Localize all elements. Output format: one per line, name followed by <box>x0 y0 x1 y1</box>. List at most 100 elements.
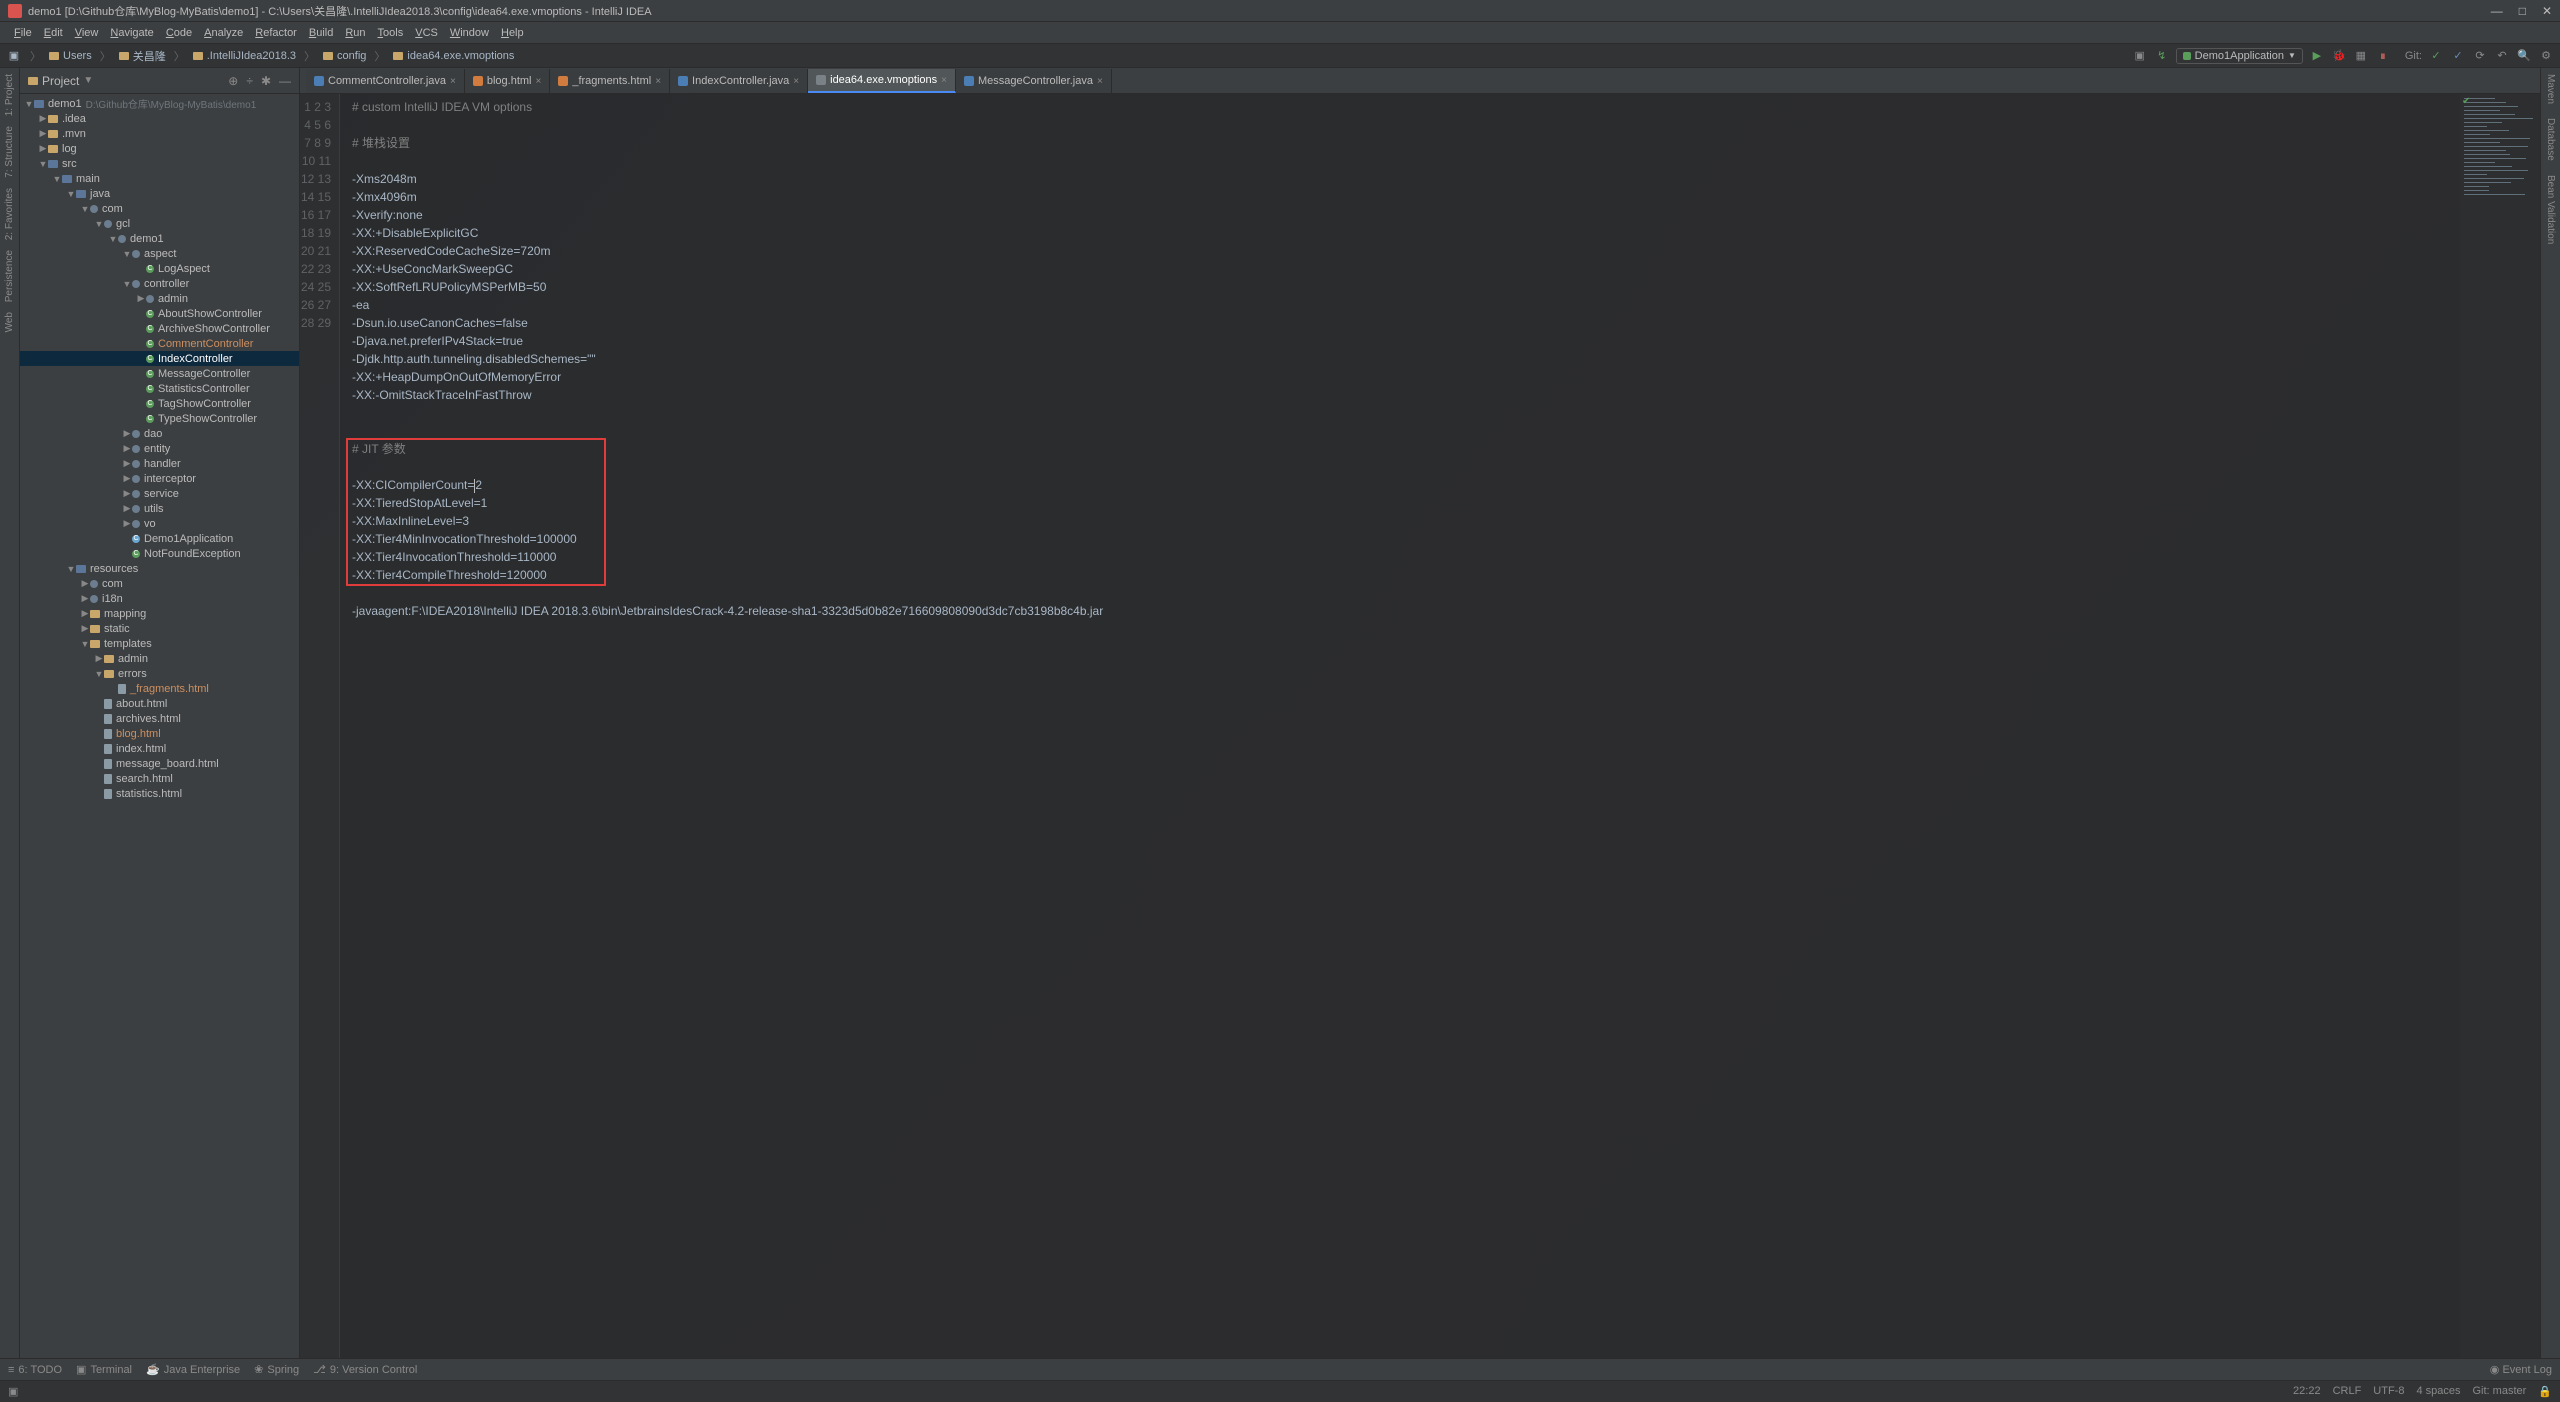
close-icon[interactable]: × <box>1097 76 1103 87</box>
tree-node-entity[interactable]: ▶entity <box>20 441 299 456</box>
vcs-update-icon[interactable]: ✓ <box>2428 48 2444 64</box>
maximize-button[interactable]: □ <box>2519 4 2526 18</box>
tree-node-main[interactable]: ▼main <box>20 171 299 186</box>
minus-icon[interactable]: ÷ <box>246 74 253 88</box>
minimize-button[interactable]: — <box>2491 4 2503 18</box>
tree-node-utils[interactable]: ▶utils <box>20 501 299 516</box>
tree-node-java[interactable]: ▼java <box>20 186 299 201</box>
minimap[interactable]: ✔ <box>2460 94 2540 1358</box>
breadcrumb-item[interactable]: 关昌隆 <box>133 48 166 64</box>
tool-web[interactable]: Web <box>4 312 15 332</box>
coverage-button[interactable]: ▦ <box>2353 48 2369 64</box>
build-icon[interactable]: ▣ <box>2132 48 2148 64</box>
menu-analyze[interactable]: Analyze <box>198 27 249 39</box>
menu-refactor[interactable]: Refactor <box>249 27 303 39</box>
close-icon[interactable]: × <box>793 76 799 87</box>
target-icon[interactable]: ⊕ <box>228 74 238 88</box>
tree-node-tagshowcontroller[interactable]: CTagShowController <box>20 396 299 411</box>
code-lines[interactable]: # custom IntelliJ IDEA VM options # 堆栈设置… <box>340 94 2460 1358</box>
tree-node-indexcontroller[interactable]: CIndexController <box>20 351 299 366</box>
status-indent[interactable]: 4 spaces <box>2416 1385 2460 1398</box>
project-tree[interactable]: ▼demo1D:\Github仓库\MyBlog-MyBatis\demo1 ▶.… <box>20 94 299 1358</box>
tree-node-com[interactable]: ▼com <box>20 201 299 216</box>
menu-edit[interactable]: Edit <box>38 27 69 39</box>
tool-database[interactable]: Database <box>2545 118 2556 161</box>
hide-icon[interactable]: — <box>279 74 291 88</box>
tree-node-archiveshowcontroller[interactable]: CArchiveShowController <box>20 321 299 336</box>
lock-icon[interactable]: 🔒 <box>2538 1385 2552 1398</box>
menu-help[interactable]: Help <box>495 27 530 39</box>
menu-code[interactable]: Code <box>160 27 198 39</box>
tree-node-admin[interactable]: ▶admin <box>20 291 299 306</box>
hammer-icon[interactable]: ↯ <box>2154 48 2170 64</box>
breadcrumb-item[interactable]: idea64.exe.vmoptions <box>407 50 514 62</box>
close-button[interactable]: ✕ <box>2542 4 2552 18</box>
menu-tools[interactable]: Tools <box>372 27 410 39</box>
tab-commentcontrollerjava[interactable]: CommentController.java× <box>306 69 465 93</box>
gear-icon[interactable]: ✱ <box>261 74 271 88</box>
tree-node-log[interactable]: ▶log <box>20 141 299 156</box>
tool-persistence[interactable]: Persistence <box>4 250 15 302</box>
menu-navigate[interactable]: Navigate <box>104 27 159 39</box>
search-icon[interactable]: 🔍 <box>2516 48 2532 64</box>
tree-node-errors[interactable]: ▼errors <box>20 666 299 681</box>
menu-view[interactable]: View <box>69 27 105 39</box>
tree-node-i18n[interactable]: ▶i18n <box>20 591 299 606</box>
tree-node-demo1application[interactable]: CDemo1Application <box>20 531 299 546</box>
tree-node-mapping[interactable]: ▶mapping <box>20 606 299 621</box>
tree-node-abouthtml[interactable]: about.html <box>20 696 299 711</box>
tree-node-notfoundexception[interactable]: CNotFoundException <box>20 546 299 561</box>
tab-idea64exevmoptions[interactable]: idea64.exe.vmoptions× <box>808 69 956 93</box>
status-git[interactable]: Git: master <box>2473 1385 2527 1398</box>
tree-node-indexhtml[interactable]: index.html <box>20 741 299 756</box>
tab-bloghtml[interactable]: blog.html× <box>465 69 550 93</box>
tree-node-templates[interactable]: ▼templates <box>20 636 299 651</box>
tree-node-messagecontroller[interactable]: CMessageController <box>20 366 299 381</box>
run-button[interactable]: ▶ <box>2309 48 2325 64</box>
close-icon[interactable]: × <box>450 76 456 87</box>
menu-file[interactable]: File <box>8 27 38 39</box>
breadcrumb-item[interactable]: config <box>337 50 366 62</box>
tree-node-searchhtml[interactable]: search.html <box>20 771 299 786</box>
tree-node-src[interactable]: ▼src <box>20 156 299 171</box>
nav-home-icon[interactable]: ▣ <box>6 48 22 64</box>
tab-messagecontrollerjava[interactable]: MessageController.java× <box>956 69 1112 93</box>
tree-node-demo1[interactable]: ▼demo1 <box>20 231 299 246</box>
tree-node-controller[interactable]: ▼controller <box>20 276 299 291</box>
bottom-tool-spring[interactable]: ❀Spring <box>254 1363 299 1376</box>
tree-node-archiveshtml[interactable]: archives.html <box>20 711 299 726</box>
debug-button[interactable]: 🐞 <box>2331 48 2347 64</box>
event-log-button[interactable]: ◉ Event Log <box>2490 1363 2552 1376</box>
tool-project[interactable]: 1: Project <box>4 74 15 116</box>
close-icon[interactable]: × <box>655 76 661 87</box>
tree-node-bloghtml[interactable]: blog.html <box>20 726 299 741</box>
tree-node-demo1[interactable]: ▼demo1D:\Github仓库\MyBlog-MyBatis\demo1 <box>20 96 299 111</box>
run-config-dropdown[interactable]: Demo1Application ▼ <box>2176 48 2303 64</box>
status-crlf[interactable]: CRLF <box>2333 1385 2362 1398</box>
settings-icon[interactable]: ⚙ <box>2538 48 2554 64</box>
code-area[interactable]: 1 2 3 4 5 6 7 8 9 10 11 12 13 14 15 16 1… <box>300 94 2540 1358</box>
tree-node-messageboardhtml[interactable]: message_board.html <box>20 756 299 771</box>
menu-run[interactable]: Run <box>339 27 371 39</box>
tree-node-commentcontroller[interactable]: CCommentController <box>20 336 299 351</box>
tree-node-gcl[interactable]: ▼gcl <box>20 216 299 231</box>
close-icon[interactable]: × <box>535 76 541 87</box>
tree-node-service[interactable]: ▶service <box>20 486 299 501</box>
tree-node-static[interactable]: ▶static <box>20 621 299 636</box>
tree-node-mvn[interactable]: ▶.mvn <box>20 126 299 141</box>
tree-node-aspect[interactable]: ▼aspect <box>20 246 299 261</box>
tree-node-aboutshowcontroller[interactable]: CAboutShowController <box>20 306 299 321</box>
tree-node-statisticscontroller[interactable]: CStatisticsController <box>20 381 299 396</box>
tool-favorites[interactable]: 2: Favorites <box>4 188 15 240</box>
bottom-tool-terminal[interactable]: ▣Terminal <box>76 1363 132 1376</box>
tree-node-typeshowcontroller[interactable]: CTypeShowController <box>20 411 299 426</box>
tree-node-fragmentshtml[interactable]: _fragments.html <box>20 681 299 696</box>
breadcrumb-item[interactable]: Users <box>63 50 92 62</box>
tab-fragmentshtml[interactable]: _fragments.html× <box>550 69 670 93</box>
status-lncol[interactable]: 22:22 <box>2293 1385 2321 1398</box>
tree-node-dao[interactable]: ▶dao <box>20 426 299 441</box>
menu-window[interactable]: Window <box>444 27 495 39</box>
vcs-revert-icon[interactable]: ↶ <box>2494 48 2510 64</box>
tree-node-handler[interactable]: ▶handler <box>20 456 299 471</box>
bottom-tool-javaenterprise[interactable]: ☕Java Enterprise <box>146 1363 240 1376</box>
